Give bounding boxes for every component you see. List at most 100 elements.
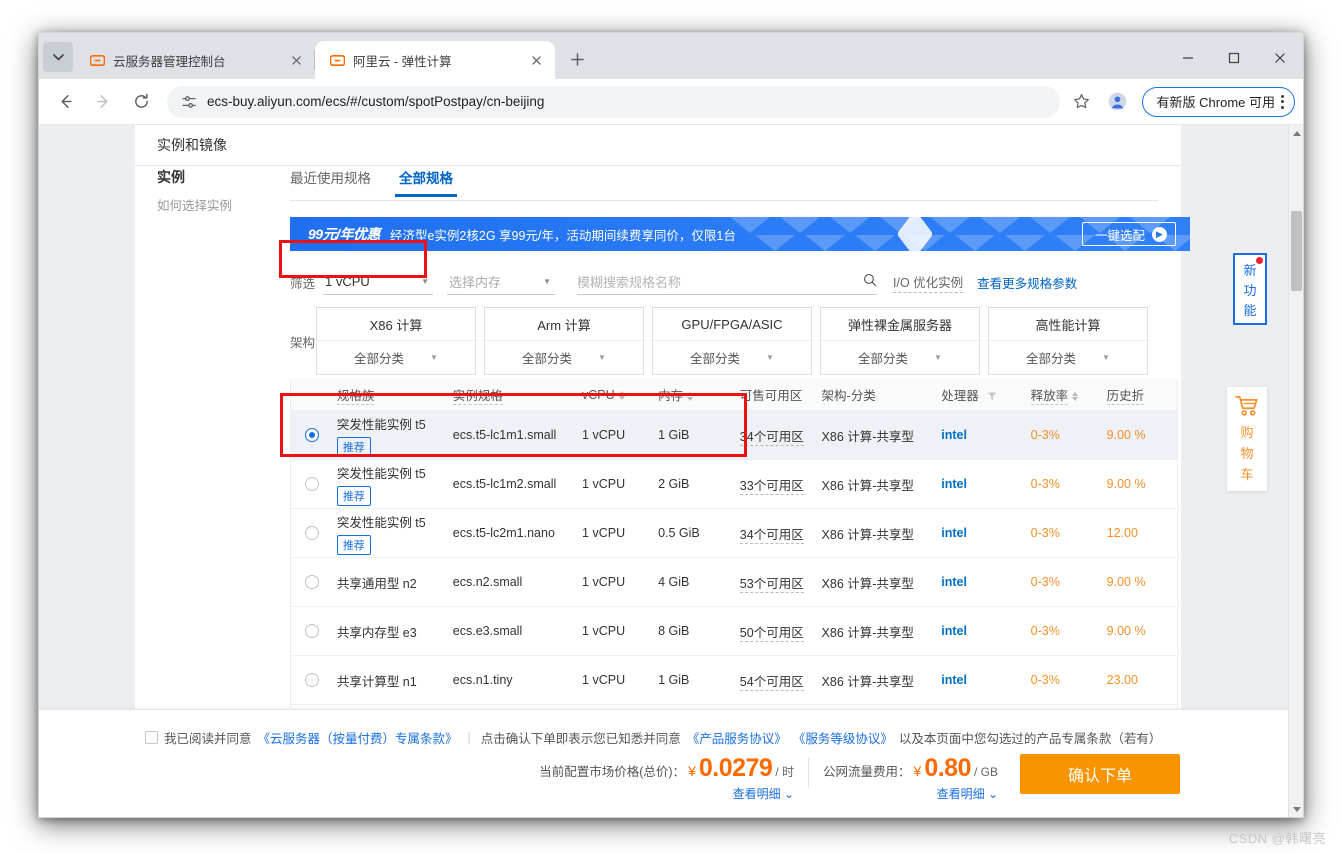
arch-card-category-value: 全部分类 (354, 352, 405, 366)
tab-search-button[interactable] (43, 42, 73, 72)
radio-icon[interactable] (304, 673, 319, 687)
arch-card-title[interactable]: X86 计算 (317, 308, 475, 341)
row-zone[interactable]: 33个可用区 (739, 475, 822, 495)
browser-tab-2[interactable]: 阿里云 - 弹性计算 (315, 41, 555, 79)
table-row[interactable]: 突发性能实例 t5 推荐 ecs.t5-lc1m2.small 1 vCPU 2… (291, 460, 1177, 509)
search-icon[interactable] (863, 273, 877, 290)
reload-button[interactable] (126, 87, 156, 117)
arch-card-gpu[interactable]: GPU/FPGA/ASIC 全部分类 ▼ (652, 307, 812, 375)
radio-icon[interactable] (304, 624, 319, 638)
scroll-up-arrow-icon[interactable] (1289, 125, 1303, 141)
sort-icon[interactable] (687, 392, 694, 402)
bookmark-star-icon[interactable] (1068, 88, 1096, 116)
row-zone[interactable]: 50个可用区 (739, 622, 822, 642)
arch-card-bare-metal[interactable]: 弹性裸金属服务器 全部分类 ▼ (820, 307, 980, 375)
row-radio[interactable] (291, 477, 333, 491)
kebab-menu-icon[interactable] (1281, 94, 1284, 109)
header-release-rate[interactable]: 释放率 (1030, 385, 1107, 405)
agreement-row: 我已阅读并同意 《云服务器（按量付费）专属条款》 | 点击确认下单即表示您已知悉… (145, 728, 1161, 747)
spec-search-field[interactable]: 模糊搜索规格名称 (577, 269, 878, 295)
filter-funnel-icon[interactable] (987, 390, 997, 404)
table-row[interactable]: 突发性能实例 t5 推荐 ecs.t5-lc2m1.nano 1 vCPU 0.… (291, 509, 1177, 558)
traffic-price-line: 公网流量费用： ¥ 0.80 / GB (823, 754, 998, 783)
tab-all-specs[interactable]: 全部规格 (395, 167, 457, 197)
header-vcpu[interactable]: vCPU (582, 388, 658, 402)
agreement-checkbox[interactable] (145, 731, 158, 744)
market-price-detail-link[interactable]: 查看明细 ⌄ (733, 785, 794, 802)
table-row[interactable]: 共享计算型 n1 ecs.n1.tiny 1 vCPU 1 GiB 54个可用区… (291, 656, 1177, 705)
browser-tab-1[interactable]: 云服务器管理控制台 (75, 41, 315, 79)
arch-card-category-value: 全部分类 (858, 352, 909, 366)
header-processor[interactable]: 处理器 (941, 385, 1030, 404)
page-scrollbar[interactable] (1288, 125, 1303, 817)
tab-strip: 云服务器管理控制台 阿里云 - 弹性计算 (39, 33, 1303, 79)
radio-icon[interactable] (304, 428, 319, 442)
scrollbar-thumb[interactable] (1291, 211, 1302, 291)
arch-card-category-select[interactable]: 全部分类 ▼ (653, 341, 811, 374)
arch-card-x86[interactable]: X86 计算 全部分类 ▼ (316, 307, 476, 375)
sort-icon[interactable] (1072, 392, 1079, 402)
agreement-terms-link[interactable]: 《云服务器（按量付费）专属条款》 (258, 728, 458, 747)
back-button[interactable] (50, 87, 80, 117)
radio-icon[interactable] (304, 477, 319, 491)
instance-config-card: 实例和镜像 实例 如何选择实例 最近使用规格 全部规格 99元/年优惠 经济型e… (135, 125, 1190, 709)
radio-icon[interactable] (304, 575, 319, 589)
minimize-icon[interactable] (1165, 41, 1211, 75)
row-history: 9.00 % (1106, 575, 1146, 589)
close-icon[interactable] (287, 51, 305, 69)
row-zone[interactable]: 34个可用区 (739, 426, 822, 446)
row-radio[interactable] (291, 428, 333, 442)
row-radio[interactable] (291, 624, 333, 638)
traffic-price-detail-link[interactable]: 查看明细 ⌄ (937, 785, 998, 802)
scroll-down-arrow-icon[interactable] (1289, 801, 1303, 817)
new-feature-char-2: 功 (1243, 282, 1257, 298)
tab-recent-specs[interactable]: 最近使用规格 (290, 167, 371, 196)
header-memory[interactable]: 内存 (658, 385, 740, 404)
io-optimized-label[interactable]: I/O 优化实例 (893, 272, 964, 293)
shopping-cart-float-button[interactable]: 购 物 车 (1227, 387, 1267, 491)
maximize-icon[interactable] (1211, 41, 1257, 75)
row-radio[interactable] (291, 673, 333, 687)
product-service-agreement-link[interactable]: 《产品服务协议》 (687, 728, 787, 747)
row-zone[interactable]: 53个可用区 (739, 573, 822, 593)
arch-card-title[interactable]: GPU/FPGA/ASIC (653, 308, 811, 341)
close-icon[interactable] (527, 51, 545, 69)
arch-card-category-select[interactable]: 全部分类 ▼ (821, 341, 979, 374)
close-window-icon[interactable] (1257, 41, 1303, 75)
forward-button[interactable] (88, 87, 118, 117)
arch-card-title[interactable]: 弹性裸金属服务器 (821, 308, 979, 341)
more-spec-params-link[interactable]: 查看更多规格参数 (977, 273, 1077, 292)
row-family: 共享通用型 n2 (336, 576, 417, 591)
table-row[interactable]: 共享通用型 n2 ecs.n2.small 1 vCPU 4 GiB 53个可用… (291, 558, 1177, 607)
radio-icon[interactable] (304, 526, 319, 540)
instance-help-link[interactable]: 如何选择实例 (157, 195, 277, 214)
table-row[interactable]: 共享内存型 e3 ecs.e3.small 1 vCPU 8 GiB 50个可用… (291, 607, 1177, 656)
profile-avatar-icon[interactable] (1104, 88, 1132, 116)
row-radio[interactable] (291, 575, 333, 589)
one-click-config-button[interactable]: 一键选配 ▶ (1081, 222, 1176, 246)
new-tab-button[interactable] (563, 45, 591, 73)
chrome-update-button[interactable]: 有新版 Chrome 可用 (1141, 86, 1295, 117)
arch-card-hpc[interactable]: 高性能计算 全部分类 ▼ (988, 307, 1148, 375)
sla-agreement-link[interactable]: 《服务等级协议》 (793, 728, 893, 747)
arch-card-title[interactable]: Arm 计算 (485, 308, 643, 341)
traffic-price-block: 公网流量费用： ¥ 0.80 / GB 查看明细 ⌄ (823, 754, 998, 802)
sort-icon[interactable] (618, 390, 625, 400)
arch-card-category-select[interactable]: 全部分类 ▼ (485, 341, 643, 374)
row-radio[interactable] (291, 526, 333, 540)
currency-symbol: ¥ (913, 763, 922, 779)
address-bar[interactable]: ecs-buy.aliyun.com/ecs/#/custom/spotPost… (167, 85, 1060, 118)
arch-card-title[interactable]: 高性能计算 (989, 308, 1147, 341)
chevron-right-circle-icon: ▶ (1152, 226, 1167, 242)
row-zone[interactable]: 34个可用区 (739, 524, 822, 544)
new-feature-float-button[interactable]: 新 功 能 (1233, 253, 1267, 325)
arch-card-category-select[interactable]: 全部分类 ▼ (317, 341, 475, 374)
vcpu-filter-select[interactable]: 1 vCPU ▼ (323, 269, 434, 295)
site-settings-icon[interactable] (181, 94, 197, 110)
table-row[interactable]: 突发性能实例 t5 推荐 ecs.t5-lc1m1.small 1 vCPU 1… (291, 411, 1177, 460)
arch-card-arm[interactable]: Arm 计算 全部分类 ▼ (484, 307, 644, 375)
row-zone[interactable]: 54个可用区 (739, 671, 822, 691)
arch-card-category-select[interactable]: 全部分类 ▼ (989, 341, 1147, 374)
memory-filter-select[interactable]: 选择内存 ▼ (447, 269, 556, 295)
confirm-order-button[interactable]: 确认下单 (1020, 754, 1180, 794)
